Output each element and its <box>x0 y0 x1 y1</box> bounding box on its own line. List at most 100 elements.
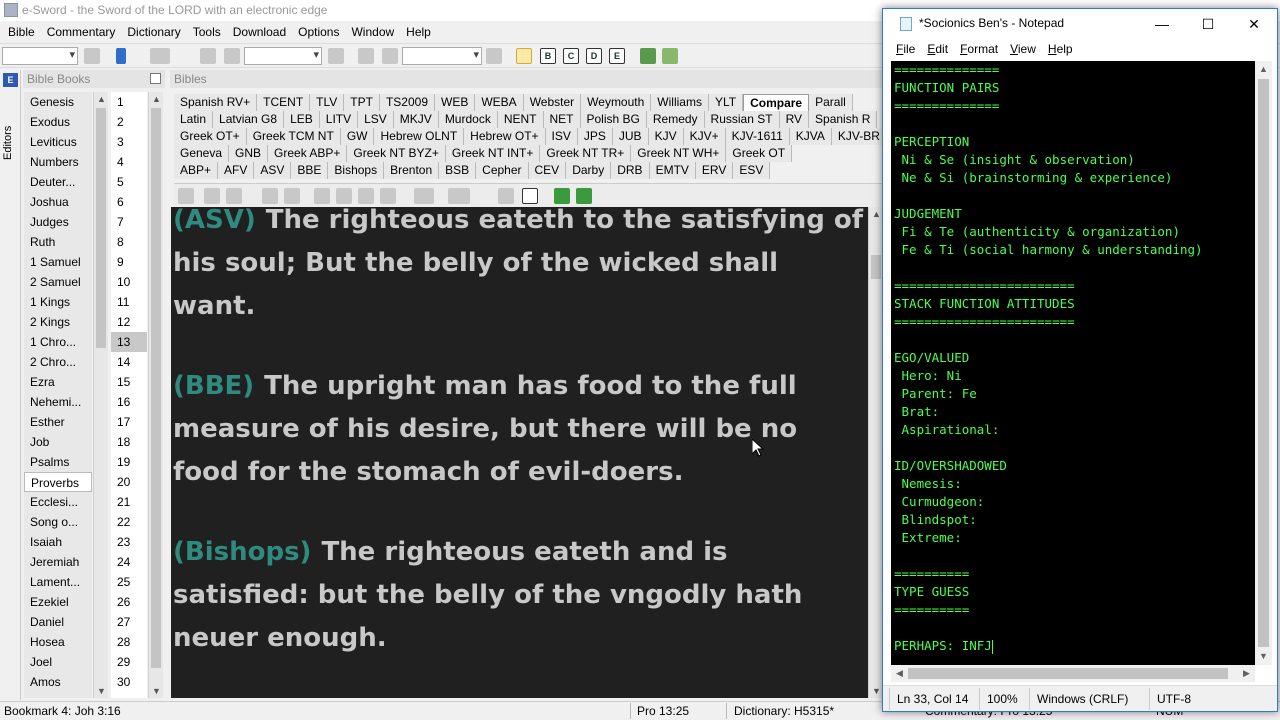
tab-bible-version[interactable]: AFV <box>218 162 255 179</box>
menu-help[interactable]: Help <box>1042 40 1079 60</box>
chapter-item[interactable]: 16 <box>111 392 147 412</box>
chapter-item[interactable]: 30 <box>111 672 147 692</box>
chapter-item[interactable]: 29 <box>111 652 147 672</box>
book-item[interactable]: Daniel <box>24 612 92 632</box>
bible-text-scrollbar[interactable]: ▲ ▼ <box>868 207 882 698</box>
book-item[interactable]: Hosea <box>24 632 92 652</box>
chapter-item[interactable]: 23 <box>111 532 147 552</box>
menu-file[interactable]: File <box>890 40 921 60</box>
chapter-item[interactable]: 1 <box>111 92 147 112</box>
tab-bible-version[interactable]: KJV <box>648 128 684 145</box>
book-item[interactable]: Psalms <box>24 452 92 472</box>
export-icon[interactable] <box>576 188 592 204</box>
tab-bible-version[interactable]: WEB <box>435 94 476 111</box>
tab-bible-version[interactable]: Greek NT TR+ <box>540 145 632 162</box>
tab-bible-version[interactable]: EMTV <box>649 162 696 179</box>
tab-bible-version[interactable]: DRB <box>611 162 650 179</box>
c-icon[interactable]: C <box>563 48 579 64</box>
tab-bible-version[interactable]: NET <box>543 111 581 128</box>
editors-strip[interactable]: E Editors <box>0 70 21 700</box>
tab-bible-version[interactable]: LEB <box>284 111 320 128</box>
bible-selector-combo[interactable] <box>2 47 78 65</box>
chapter-item[interactable]: 8 <box>111 232 147 252</box>
book-icon[interactable] <box>224 48 240 64</box>
tab-bible-version[interactable]: Darby <box>566 162 612 179</box>
tab-bible-version[interactable]: WEBA <box>475 94 524 111</box>
book-item[interactable]: Joel <box>24 652 92 672</box>
book-item[interactable]: Isaiah <box>24 532 92 552</box>
book-item[interactable]: Ezra <box>24 372 92 392</box>
tab-bible-version[interactable]: RV <box>779 111 810 128</box>
zoom-icon[interactable] <box>498 188 514 204</box>
scroll-down-icon[interactable]: ▼ <box>94 684 109 698</box>
chapter-item[interactable]: 10 <box>111 272 147 292</box>
tab-bible-version[interactable]: BBE <box>291 162 329 179</box>
book-icon[interactable] <box>284 188 300 204</box>
copy-icon[interactable] <box>226 188 242 204</box>
tab-bible-version[interactable]: LITV <box>319 111 359 128</box>
menu-dictionary[interactable]: Dictionary <box>121 22 186 42</box>
tab-bible-version[interactable]: Hebrew OT+ <box>464 128 546 145</box>
editors-label[interactable]: Editors <box>2 100 14 160</box>
chapter-item[interactable]: 15 <box>111 372 147 392</box>
tab-bible-version[interactable]: KJV-BR <box>831 128 884 145</box>
dictionary-combo[interactable] <box>402 47 482 65</box>
book-item[interactable]: Exodus <box>24 112 92 132</box>
book-item[interactable]: 2 Chro... <box>24 352 92 372</box>
chapter-item[interactable]: 27 <box>111 612 147 632</box>
book-item[interactable]: Proverbs <box>24 472 92 492</box>
notepad-vscroll-thumb[interactable] <box>1258 79 1269 647</box>
notepad-vertical-scrollbar[interactable]: ▲ ▼ <box>1255 61 1272 665</box>
layers-icon[interactable] <box>336 188 352 204</box>
tab-bible-version[interactable]: Russian ST <box>704 111 780 128</box>
tab-bible-version[interactable]: ISV <box>545 128 578 145</box>
version-label[interactable]: (ASV) <box>173 207 256 235</box>
tab-bible-version[interactable]: Greek ABP+ <box>268 145 348 162</box>
users-icon[interactable] <box>200 48 216 64</box>
tab-bible-version[interactable]: Greek OT+ <box>174 128 247 145</box>
chapter-item[interactable]: 12 <box>111 312 147 332</box>
tab-bible-version[interactable]: Parall <box>809 94 853 111</box>
book-item[interactable]: 1 Samuel <box>24 252 92 272</box>
bible-icon[interactable] <box>84 48 100 64</box>
chapter-item[interactable]: 11 <box>111 292 147 312</box>
tab-bible-version[interactable]: Spanish RV+ <box>174 94 258 111</box>
tab-bible-version[interactable]: Williams <box>651 94 709 111</box>
version-label[interactable]: (BBE) <box>173 371 254 401</box>
book-item[interactable]: 1 Chro... <box>24 332 92 352</box>
menu-edit[interactable]: Edit <box>921 40 954 60</box>
tab-bible-version[interactable]: Brenton <box>384 162 440 179</box>
close-icon[interactable]: ✕ <box>1231 9 1277 39</box>
tab-bible-version[interactable]: Latin <box>174 111 214 128</box>
book-item[interactable]: Genesis <box>24 92 92 112</box>
book-item[interactable]: Deuter... <box>24 172 92 192</box>
tab-bible-version[interactable]: Murdock <box>438 111 498 128</box>
tab-bible-version[interactable]: CEV <box>528 162 567 179</box>
notepad-text-area[interactable]: ============== FUNCTION PAIRS ============… <box>891 61 1255 665</box>
chapters-scrollbar[interactable]: ▲ ▼ <box>148 92 163 698</box>
tab-bible-version[interactable]: Cepher <box>476 162 529 179</box>
book-item[interactable]: Job <box>24 432 92 452</box>
sync-icon[interactable] <box>554 188 570 204</box>
notepad-hscroll-thumb[interactable] <box>908 668 1228 679</box>
chapter-item[interactable]: 3 <box>111 132 147 152</box>
scroll-up-icon[interactable]: ▲ <box>94 92 109 106</box>
compare-icon[interactable] <box>380 188 396 204</box>
tab-bible-version[interactable]: TS2009 <box>379 94 435 111</box>
tab-bible-version[interactable]: Polish BG <box>580 111 647 128</box>
chapter-item[interactable]: 5 <box>111 172 147 192</box>
d-icon[interactable]: D <box>586 48 602 64</box>
menu-download[interactable]: Download <box>227 22 292 42</box>
tab-bible-version[interactable]: Spanish R <box>809 111 878 128</box>
copy-verse-icon[interactable] <box>204 188 220 204</box>
book-item[interactable]: Leviticus <box>24 132 92 152</box>
forward-icon[interactable] <box>150 48 170 64</box>
chapter-item[interactable]: 4 <box>111 152 147 172</box>
bible-scroll-thumb[interactable] <box>871 255 881 279</box>
maximize-icon[interactable]: ☐ <box>1185 9 1231 39</box>
tab-bible-version[interactable]: YLT <box>708 94 744 111</box>
book-item[interactable]: Ecclesi... <box>24 492 92 512</box>
scroll-down-icon[interactable]: ▼ <box>1255 648 1272 665</box>
tab-bible-version[interactable]: TPT <box>344 94 380 111</box>
tab-bible-version[interactable]: JPS <box>577 128 613 145</box>
